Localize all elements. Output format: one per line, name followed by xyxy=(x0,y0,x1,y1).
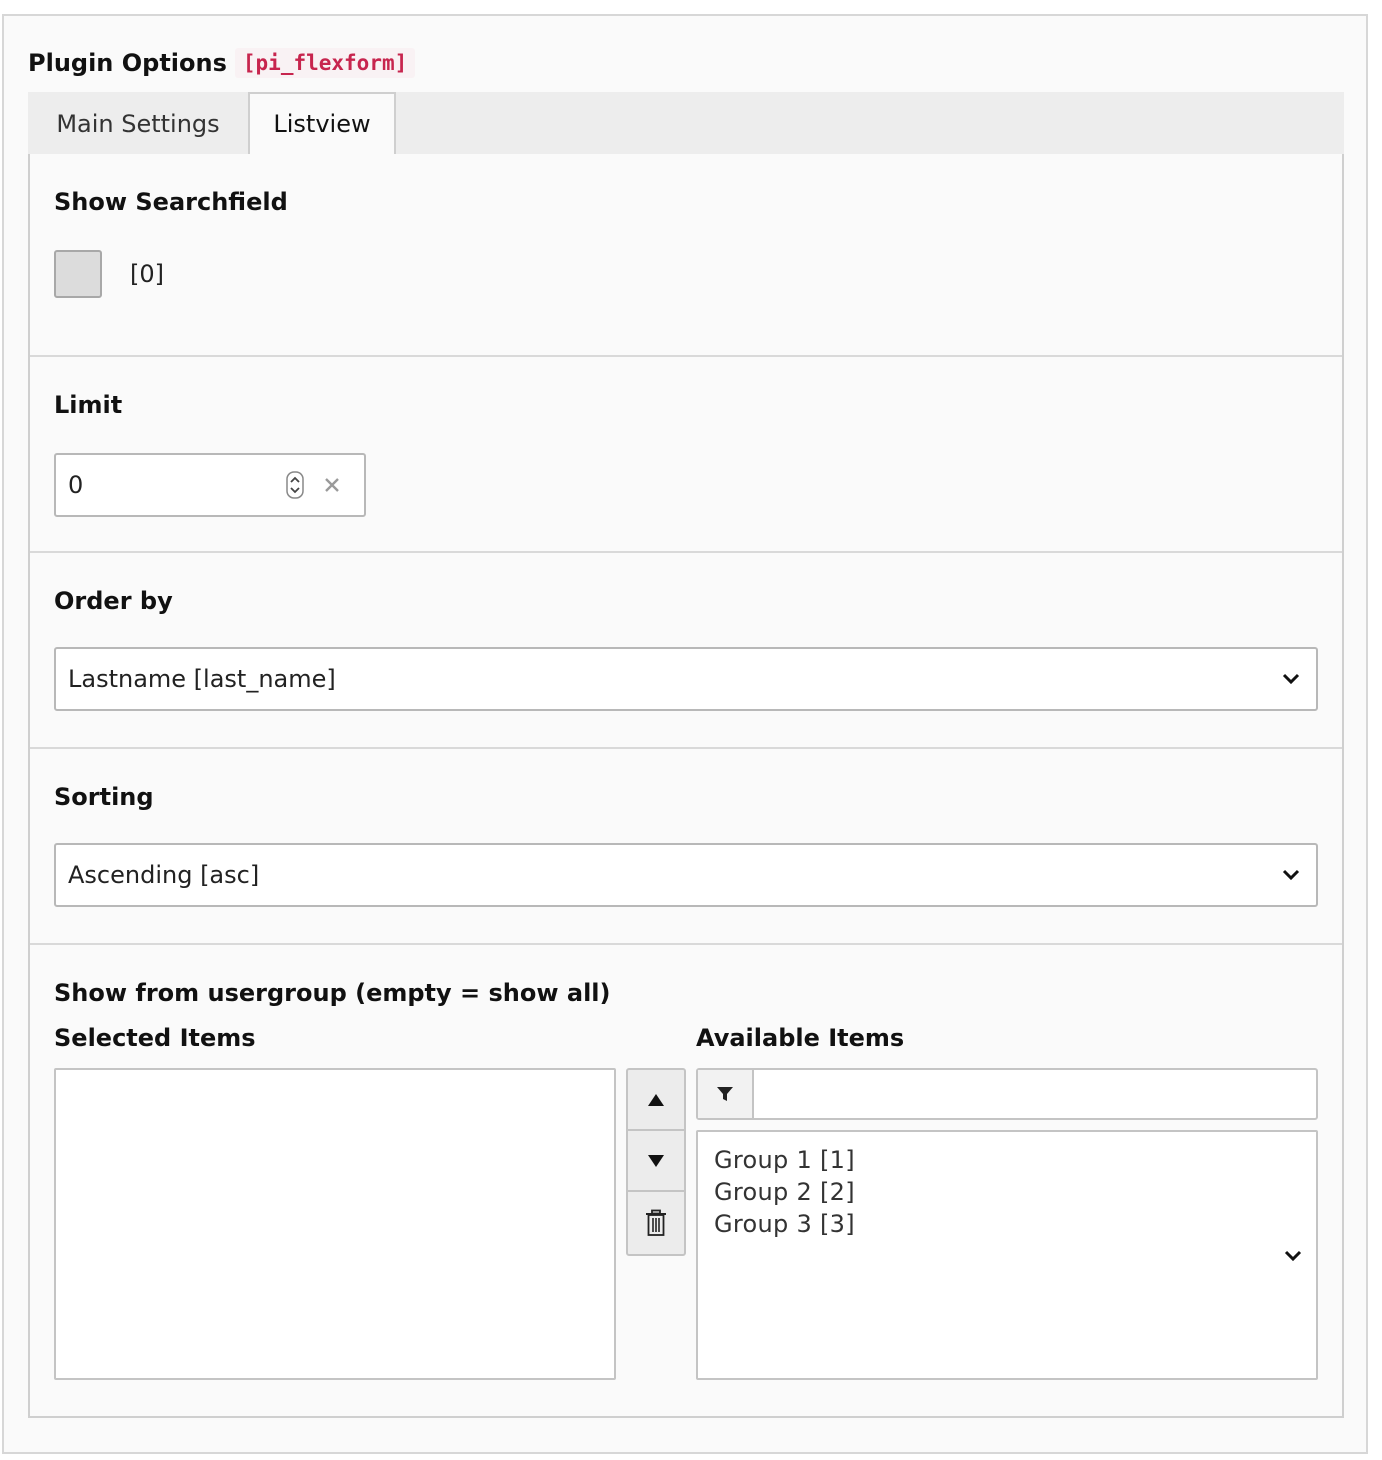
filter-funnel-icon xyxy=(717,1087,733,1101)
order-by-label: Order by xyxy=(54,587,173,615)
trash-icon xyxy=(646,1209,666,1236)
triangle-down-icon xyxy=(648,1154,664,1167)
show-searchfield-checkbox[interactable] xyxy=(54,250,102,298)
limit-number-input[interactable]: 0 xyxy=(54,453,366,517)
tab-listview[interactable]: Listview xyxy=(248,92,396,156)
move-up-button[interactable] xyxy=(628,1070,684,1131)
item-actions-toolbar xyxy=(626,1068,686,1256)
available-item-group-3[interactable]: Group 3 [3] xyxy=(714,1210,855,1238)
plugin-options-title: Plugin Options xyxy=(28,49,227,77)
chevron-down-icon xyxy=(1284,1250,1302,1262)
available-item-group-2[interactable]: Group 2 [2] xyxy=(714,1178,855,1206)
remove-item-button[interactable] xyxy=(628,1192,684,1253)
plugin-options-field-code: [pi_flexform] xyxy=(234,48,416,78)
show-searchfield-value: [0] xyxy=(130,260,164,288)
plugin-options-header: Plugin Options [pi_flexform] xyxy=(28,48,416,78)
available-items-label: Available Items xyxy=(696,1024,905,1052)
limit-value: 0 xyxy=(68,471,84,499)
clear-x-icon[interactable] xyxy=(324,477,340,493)
limit-label: Limit xyxy=(54,391,123,419)
selected-items-listbox[interactable] xyxy=(54,1068,616,1380)
tab-bar: Main Settings Listview xyxy=(28,92,1344,156)
sorting-selected-value: Ascending [asc] xyxy=(68,861,260,889)
sorting-select[interactable]: Ascending [asc] xyxy=(54,843,1318,907)
available-items-filter-input[interactable] xyxy=(754,1070,1318,1120)
section-limit: Limit 0 xyxy=(30,357,1342,553)
available-items-listbox[interactable]: Group 1 [1] Group 2 [2] Group 3 [3] xyxy=(696,1130,1318,1380)
filter-icon-addon xyxy=(698,1070,754,1118)
move-down-button[interactable] xyxy=(628,1131,684,1192)
section-order-by: Order by Lastname [last_name] xyxy=(30,553,1342,749)
section-show-searchfield: Show Searchfield [0] xyxy=(30,154,1342,357)
triangle-up-icon xyxy=(648,1093,664,1106)
chevron-down-icon xyxy=(1282,673,1300,685)
sorting-label: Sorting xyxy=(54,783,154,811)
number-spinner-icon[interactable] xyxy=(286,471,304,499)
available-items-filter xyxy=(696,1068,1318,1120)
usergroup-label: Show from usergroup (empty = show all) xyxy=(54,979,611,1007)
order-by-selected-value: Lastname [last_name] xyxy=(68,665,336,693)
tab-main-settings[interactable]: Main Settings xyxy=(28,92,250,156)
available-item-group-1[interactable]: Group 1 [1] xyxy=(714,1146,855,1174)
selected-items-label: Selected Items xyxy=(54,1024,256,1052)
section-sorting: Sorting Ascending [asc] xyxy=(30,749,1342,945)
chevron-down-icon xyxy=(1282,869,1300,881)
show-searchfield-label: Show Searchfield xyxy=(54,188,288,216)
order-by-select[interactable]: Lastname [last_name] xyxy=(54,647,1318,711)
